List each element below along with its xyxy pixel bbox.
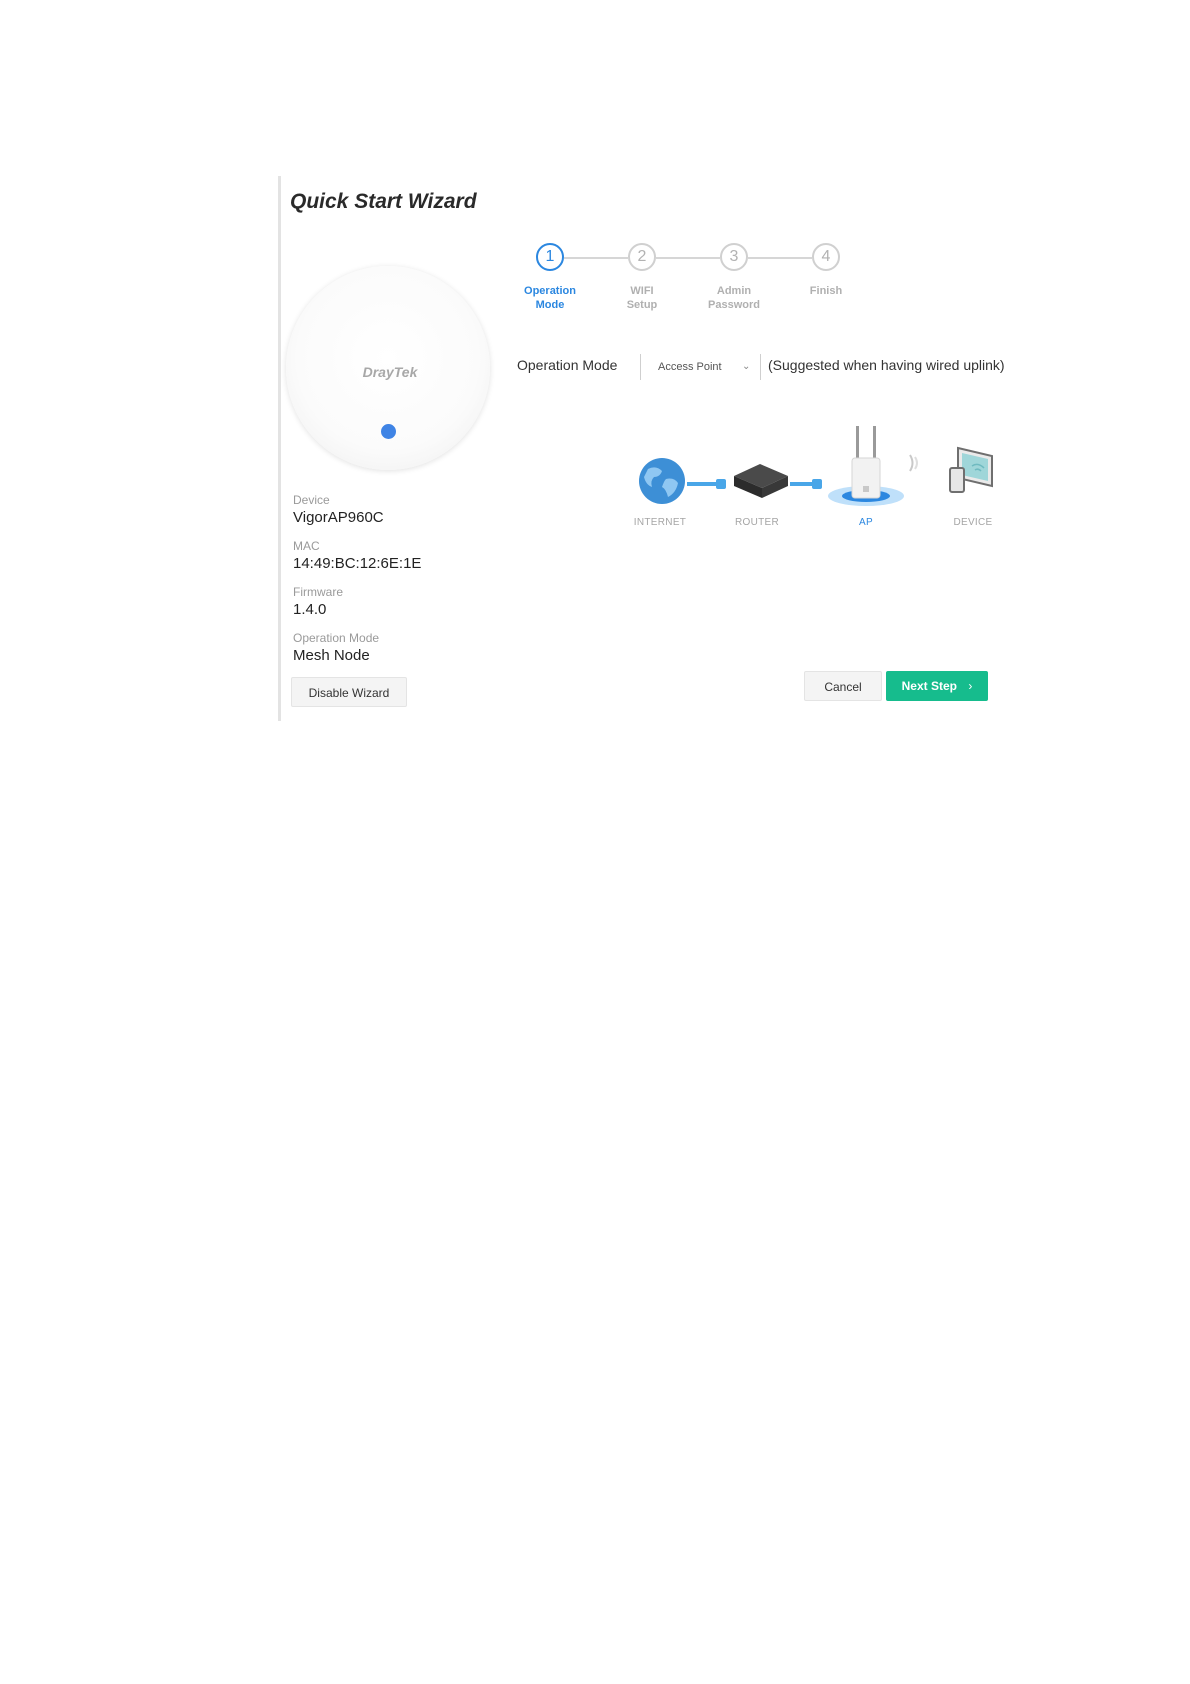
field-divider — [760, 354, 761, 380]
operation-mode-label: Operation Mode — [517, 357, 618, 373]
mac-label: MAC — [293, 539, 320, 553]
step-3-indicator[interactable]: 3 — [720, 243, 748, 271]
next-step-button[interactable]: Next Step › — [886, 671, 988, 701]
firmware-label: Firmware — [293, 585, 343, 599]
topology-label-ap: AP — [859, 517, 873, 528]
step-4-label-line1: Finish — [809, 285, 843, 297]
router-icon — [734, 464, 788, 498]
operation-mode-info-value: Mesh Node — [293, 647, 370, 664]
chevron-right-icon: › — [968, 679, 973, 693]
next-step-label: Next Step — [901, 679, 957, 693]
step-2-label-line2: Setup — [626, 299, 658, 311]
operation-mode-hint: (Suggested when having wired uplink) — [768, 357, 1005, 373]
wifi-signal-icon — [909, 454, 918, 472]
firmware-value: 1.4.0 — [293, 601, 327, 618]
step-1-label-line2: Mode — [535, 299, 565, 311]
cancel-button[interactable]: Cancel — [804, 671, 882, 701]
link-connector — [716, 479, 726, 489]
disable-wizard-button[interactable]: Disable Wizard — [291, 677, 407, 707]
topology-label-device: DEVICE — [953, 517, 993, 528]
device-brand-logo: DrayTek — [362, 364, 418, 380]
step-3-label-line1: Admin — [716, 285, 752, 297]
step-1-label-line1: Operation — [524, 285, 576, 297]
device-info-item: Device VigorAP960C — [293, 493, 384, 527]
step-4-indicator[interactable]: 4 — [812, 243, 840, 271]
step-3-label: Admin Password — [684, 284, 784, 312]
step-2-label: WIFI Setup — [592, 284, 692, 312]
step-1-label: Operation Mode — [500, 284, 600, 312]
step-4-label: Finish — [776, 284, 876, 298]
panel-left-border — [278, 176, 281, 721]
step-connector — [564, 257, 628, 259]
step-connector — [656, 257, 720, 259]
firmware-info-item: Firmware 1.4.0 — [293, 585, 343, 619]
link-line — [687, 482, 719, 486]
operation-mode-info-item: Operation Mode Mesh Node — [293, 631, 379, 665]
field-divider — [640, 354, 641, 380]
mac-info-item: MAC 14:49:BC:12:6E:1E — [293, 539, 421, 573]
link-connector — [812, 479, 822, 489]
device-led-indicator — [381, 424, 396, 439]
globe-icon — [639, 458, 685, 504]
step-3-label-line2: Password — [708, 299, 760, 311]
step-2-label-line1: WIFI — [630, 285, 654, 297]
device-label: Device — [293, 493, 330, 507]
mac-value: 14:49:BC:12:6E:1E — [293, 555, 422, 572]
page-title: Quick Start Wizard — [290, 190, 477, 213]
step-connector — [748, 257, 812, 259]
access-point-icon — [828, 426, 904, 506]
topology-label-router: ROUTER — [734, 517, 780, 528]
device-value: VigorAP960C — [293, 509, 384, 526]
chevron-down-icon[interactable]: ⌄ — [742, 356, 750, 378]
step-1-indicator[interactable]: 1 — [536, 243, 564, 271]
operation-mode-info-label: Operation Mode — [293, 631, 380, 645]
step-2-indicator[interactable]: 2 — [628, 243, 656, 271]
topology-label-internet: INTERNET — [633, 517, 687, 528]
devices-icon — [949, 446, 993, 493]
